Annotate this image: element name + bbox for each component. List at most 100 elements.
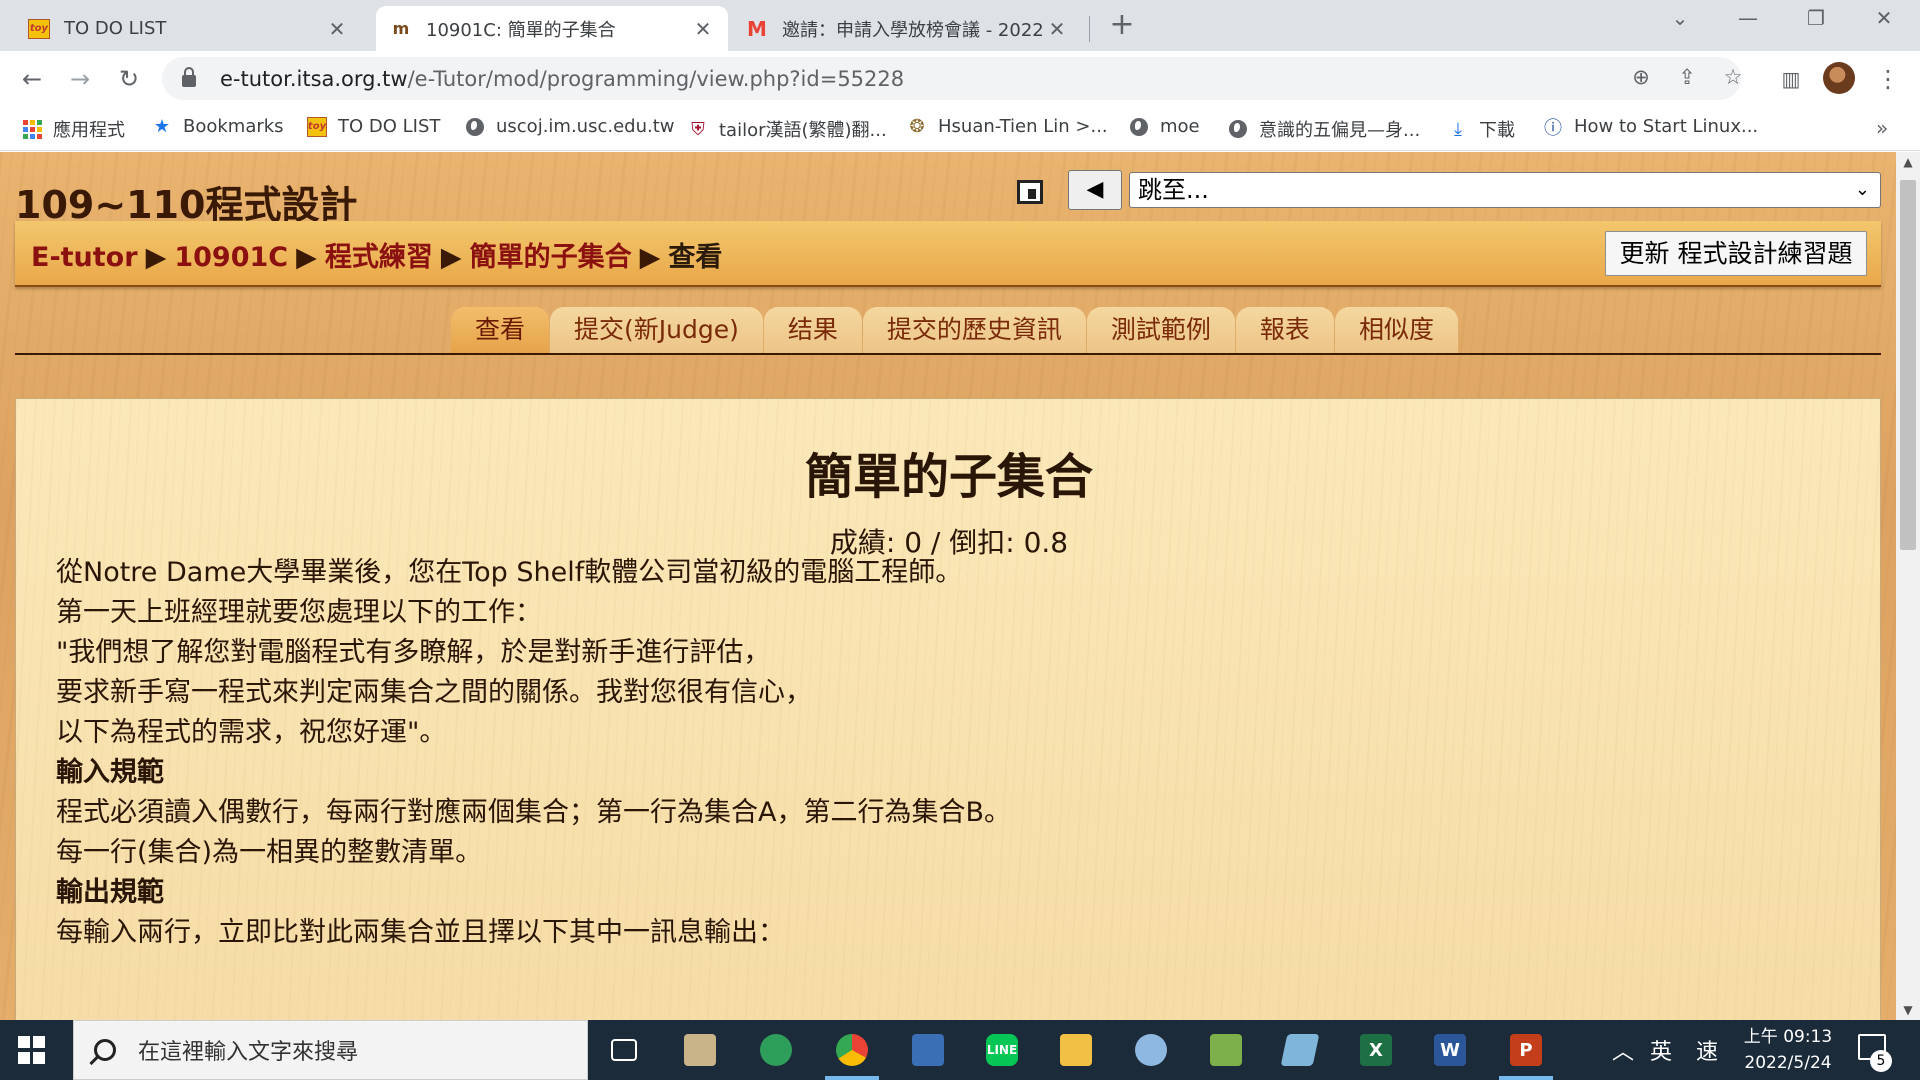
breadcrumb-etutor[interactable]: E-tutor <box>31 242 138 273</box>
more-bookmarks-icon[interactable]: » <box>1876 116 1888 140</box>
browser-tab-todo[interactable]: toy TO DO LIST ✕ <box>14 6 362 51</box>
download-icon: ⤓ <box>1454 118 1462 140</box>
chevron-down-icon: ⌄ <box>1854 179 1870 200</box>
share-icon[interactable]: ⇪ <box>1673 65 1701 89</box>
description-line: 從Notre Dame大學畢業後，您在Top Shelf軟體公司當初級的電腦工程… <box>56 557 963 588</box>
close-tab-icon[interactable]: ✕ <box>326 17 348 41</box>
forward-button[interactable]: → <box>64 63 96 95</box>
file-explorer-app-icon[interactable] <box>1056 1030 1096 1070</box>
bookmark-bookmarks[interactable]: ★ Bookmarks <box>152 116 284 137</box>
bookmark-star-icon[interactable]: ☆ <box>1719 65 1747 89</box>
tray-overflow-chevron-icon[interactable]: ︿ <box>1612 1034 1634 1066</box>
bookmark-bias[interactable]: 意識的五偏見—身... <box>1228 116 1420 142</box>
update-exercise-button[interactable]: 更新 程式設計練習題 <box>1605 231 1867 276</box>
toy-favicon-icon: toy <box>306 116 328 137</box>
notepad-app-icon[interactable] <box>680 1030 720 1070</box>
restore-button[interactable]: ❐ <box>1796 6 1836 30</box>
bookmark-uscoj[interactable]: uscoj.im.usc.edu.tw <box>465 116 675 137</box>
scroll-down-arrow-icon[interactable]: ▼ <box>1896 1000 1920 1020</box>
tab-similarity[interactable]: 相似度 <box>1334 307 1458 353</box>
new-tab-button[interactable]: + <box>1106 10 1138 42</box>
bookmark-label: 下載 <box>1479 120 1515 141</box>
scrollbar-thumb[interactable] <box>1900 180 1916 550</box>
bookmark-label: moe <box>1160 116 1200 137</box>
tab-search-chevron-icon[interactable]: ⌄ <box>1660 6 1700 30</box>
breadcrumb-separator: ▶ <box>639 242 661 273</box>
windows-taskbar: 在這裡輸入文字來搜尋 LINE X W P ︿ 英 速 上午 09:13 202… <box>0 1020 1920 1080</box>
address-bar[interactable]: e-tutor.itsa.org.tw/e-Tutor/mod/programm… <box>162 57 1742 100</box>
close-tab-icon[interactable]: ✕ <box>1046 17 1068 41</box>
tab-title: TO DO LIST <box>64 18 167 39</box>
image-viewer-app-icon[interactable] <box>1206 1030 1246 1070</box>
bookmark-moe[interactable]: moe <box>1129 116 1200 137</box>
breadcrumb-separator: ▶ <box>145 242 167 273</box>
url-text[interactable]: e-tutor.itsa.org.tw/e-Tutor/mod/programm… <box>220 67 904 91</box>
tab-view[interactable]: 查看 <box>451 307 550 353</box>
prev-activity-button[interactable]: ◀ <box>1068 170 1122 210</box>
globe-icon <box>465 117 485 137</box>
close-tab-icon[interactable]: ✕ <box>692 17 714 41</box>
page-scrollbar[interactable]: ▲ ▼ <box>1896 152 1920 1020</box>
task-view-icon[interactable] <box>604 1030 644 1070</box>
search-placeholder: 在這裡輸入文字來搜尋 <box>138 1040 359 1065</box>
back-button[interactable]: ← <box>16 63 48 95</box>
minimize-button[interactable]: — <box>1728 6 1768 30</box>
word-app-icon[interactable]: W <box>1430 1030 1470 1070</box>
breadcrumb-practice[interactable]: 程式練習 <box>325 242 433 273</box>
remote-desktop-app-icon[interactable] <box>908 1030 948 1070</box>
close-window-button[interactable]: ✕ <box>1864 6 1904 30</box>
description-line: 程式必須讀入偶數行，每兩行對應兩個集合；第一行為集合A，第二行為集合B。 <box>56 797 1011 828</box>
breadcrumb-separator: ▶ <box>296 242 317 273</box>
tab-submit[interactable]: 提交(新Judge) <box>550 307 763 353</box>
tab-history[interactable]: 提交的歷史資訊 <box>862 307 1086 353</box>
profile-avatar[interactable] <box>1823 62 1855 94</box>
breadcrumb-problem[interactable]: 簡單的子集合 <box>470 242 632 273</box>
crest-icon: ⛨ <box>691 118 705 140</box>
powerpoint-app-icon[interactable]: P <box>1506 1030 1546 1070</box>
bookmark-tailor[interactable]: ⛨ tailor漢語(繁體)翻... <box>688 116 886 142</box>
page-viewport: 109~110程式設計 ◀ 跳至... ⌄ E-tutor ▶ 10901C ▶ 程式練… <box>0 152 1896 1020</box>
bookmark-label: Bookmarks <box>183 116 284 137</box>
problem-title: 簡單的子集合 <box>804 449 1093 505</box>
chrome-app-icon[interactable] <box>832 1030 872 1070</box>
reload-button[interactable]: ↻ <box>113 63 145 95</box>
maps-app-icon[interactable] <box>756 1030 796 1070</box>
info-shield-icon: ⓘ <box>1544 117 1562 139</box>
bookmarks-bar: 應用程式 ★ Bookmarks toy TO DO LIST uscoj.im… <box>0 106 1920 151</box>
active-app-indicator <box>1499 1076 1553 1080</box>
apps-grid-icon <box>22 119 42 139</box>
excel-app-icon[interactable]: X <box>1356 1030 1396 1070</box>
bookmark-download[interactable]: ⤓ 下載 <box>1448 116 1515 142</box>
windows-start-icon[interactable] <box>18 1036 46 1064</box>
bookmark-label: Hsuan-Tien Lin >... <box>938 116 1108 137</box>
ime-mode-indicator[interactable]: 速 <box>1696 1034 1718 1066</box>
zoom-icon[interactable]: ⊕ <box>1627 65 1655 89</box>
paint-app-icon[interactable] <box>1131 1030 1171 1070</box>
scroll-up-arrow-icon[interactable]: ▲ <box>1896 152 1920 172</box>
breadcrumb-course[interactable]: 10901C <box>174 242 288 273</box>
jump-to-select[interactable]: 跳至... ⌄ <box>1129 172 1881 208</box>
ime-language-indicator[interactable]: 英 <box>1650 1034 1672 1066</box>
taskbar-clock[interactable]: 上午 09:13 2022/5/24 <box>1740 1024 1836 1076</box>
browser-tab-subset[interactable]: m 10901C: 簡單的子集合 ✕ <box>376 6 728 51</box>
bookmark-label: How to Start Linux... <box>1574 116 1759 137</box>
tab-reports[interactable]: 報表 <box>1235 307 1334 353</box>
page-tabs: 查看 提交(新Judge) 结果 提交的歷史資訊 測試範例 報表 相似度 <box>451 307 1459 353</box>
notes-app-icon[interactable] <box>1280 1030 1320 1070</box>
side-panel-icon[interactable]: ▥ <box>1775 63 1807 95</box>
problem-description: 從Notre Dame大學畢業後，您在Top Shelf軟體公司當初級的電腦工程… <box>56 553 1011 953</box>
navigation-block-icon[interactable] <box>1017 180 1043 204</box>
bookmark-linux[interactable]: ⓘ How to Start Linux... <box>1543 116 1759 139</box>
bookmark-todo[interactable]: toy TO DO LIST <box>306 116 440 137</box>
clock-date: 2022/5/24 <box>1744 1053 1832 1073</box>
menu-kebab-icon[interactable]: ⋮ <box>1872 63 1904 95</box>
bookmark-htlin[interactable]: ❂ Hsuan-Tien Lin >... <box>907 116 1108 137</box>
browser-tab-gmail[interactable]: M 邀請：申請入學放榜會議 - 2022 ✕ <box>732 6 1082 51</box>
bookmark-apps[interactable]: 應用程式 <box>22 116 125 142</box>
tab-results[interactable]: 结果 <box>763 307 862 353</box>
line-app-icon[interactable]: LINE <box>982 1030 1022 1070</box>
taskbar-search-box[interactable]: 在這裡輸入文字來搜尋 <box>73 1020 588 1080</box>
jump-to-value: 跳至... <box>1138 176 1209 204</box>
tab-testcases[interactable]: 測試範例 <box>1086 307 1235 353</box>
lock-icon[interactable] <box>182 66 196 87</box>
